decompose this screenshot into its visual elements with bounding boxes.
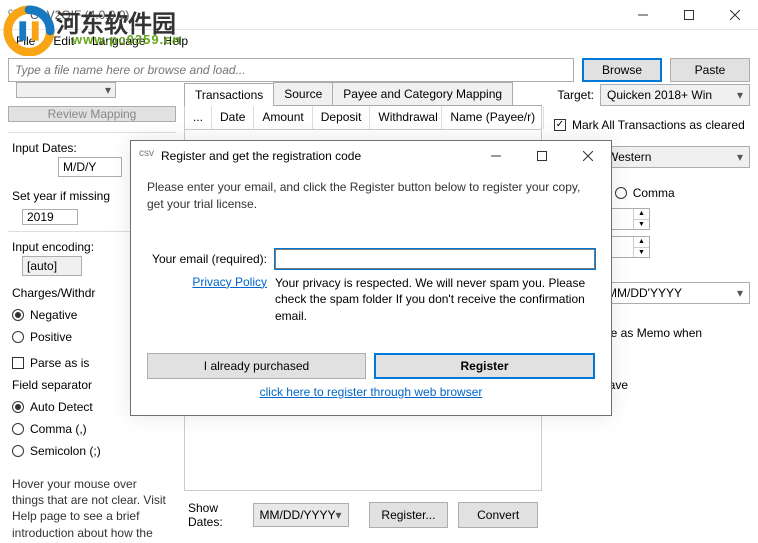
radio-icon [12,445,24,457]
menu-file[interactable]: File [8,32,43,50]
mark-all-checkbox[interactable]: ✓Mark All Transactions as cleared [550,116,750,134]
input-dates-field[interactable]: M/D/Y [58,157,122,177]
column-headers: ... Date Amount Deposit Withdrawal Name … [184,106,542,130]
radio-comma[interactable]: Comma (,) [8,420,176,438]
window-title: CSV2QIF (4.0.0.0) [30,8,620,22]
privacy-link[interactable]: Privacy Policy [192,275,267,289]
paste-button[interactable]: Paste [670,58,750,82]
top-combo[interactable] [16,82,116,98]
dialog-titlebar: csv Register and get the registration co… [131,141,611,171]
checkbox-icon: ✓ [554,119,566,131]
dialog-title: Register and get the registration code [161,149,473,163]
browse-button[interactable]: Browse [582,58,662,82]
dialog-minimize-button[interactable] [473,141,519,171]
radio-icon [12,401,24,413]
dialog-icon: csv [139,148,155,164]
dialog-message: Please enter your email, and click the R… [147,179,595,213]
menu-bar: File Edit Language Help [0,30,758,52]
tab-mapping[interactable]: Payee and Category Mapping [332,82,513,105]
menu-help[interactable]: Help [155,32,196,50]
dialog-close-button[interactable] [565,141,611,171]
menu-edit[interactable]: Edit [45,32,82,50]
dialog-maximize-button[interactable] [519,141,565,171]
target-label: Target: [550,88,594,102]
register-submit-button[interactable]: Register [374,353,595,379]
col-menu[interactable]: ... [185,106,212,129]
col-deposit[interactable]: Deposit [313,106,371,129]
radio-icon [12,309,24,321]
tab-bar: Transactions Source Payee and Category M… [184,82,542,106]
maximize-button[interactable] [666,0,712,30]
window-titlebar: csv CSV2QIF (4.0.0.0) [0,0,758,30]
minimize-button[interactable] [620,0,666,30]
bottom-controls: Show Dates: MM/DD/YYYY Register... Conve… [184,491,542,543]
email-label: Your email (required): [147,249,267,269]
checkbox-icon [12,357,24,369]
target-select[interactable]: Quicken 2018+ Win [600,84,750,106]
filename-input[interactable] [8,58,574,82]
register-button[interactable]: Register... [369,502,449,528]
register-web-link[interactable]: click here to register through web brows… [260,385,483,399]
email-input[interactable] [275,249,595,269]
already-purchased-button[interactable]: I already purchased [147,353,366,379]
radio-icon [12,331,24,343]
col-date[interactable]: Date [212,106,254,129]
close-button[interactable] [712,0,758,30]
menu-language[interactable]: Language [84,32,153,50]
convert-button[interactable]: Convert [458,502,538,528]
radio-icon [615,187,627,199]
radio-icon [12,423,24,435]
tab-transactions[interactable]: Transactions [184,83,274,106]
show-dates-label: Show Dates: [188,501,243,529]
app-icon: csv [8,7,24,23]
radio-comma-dec[interactable]: Comma [611,184,679,202]
privacy-text: Your privacy is respected. We will never… [275,275,595,325]
dates-select[interactable]: MM/DD'YYYY [600,282,750,304]
col-withdrawal[interactable]: Withdrawal [370,106,442,129]
show-dates-select[interactable]: MM/DD/YYYY [253,503,349,527]
col-name[interactable]: Name (Payee/r) [442,106,544,129]
set-year-field[interactable]: 2019 [22,209,78,225]
register-dialog: csv Register and get the registration co… [130,140,612,416]
input-encoding-field[interactable]: [auto] [22,256,82,276]
tab-source[interactable]: Source [273,82,333,105]
radio-semicolon[interactable]: Semicolon (;) [8,442,176,460]
hint-text: Hover your mouse over things that are no… [8,464,176,543]
col-amount[interactable]: Amount [254,106,312,129]
review-mapping-button[interactable]: Review Mapping [8,106,176,122]
encoding-select[interactable]: Western [600,146,750,168]
